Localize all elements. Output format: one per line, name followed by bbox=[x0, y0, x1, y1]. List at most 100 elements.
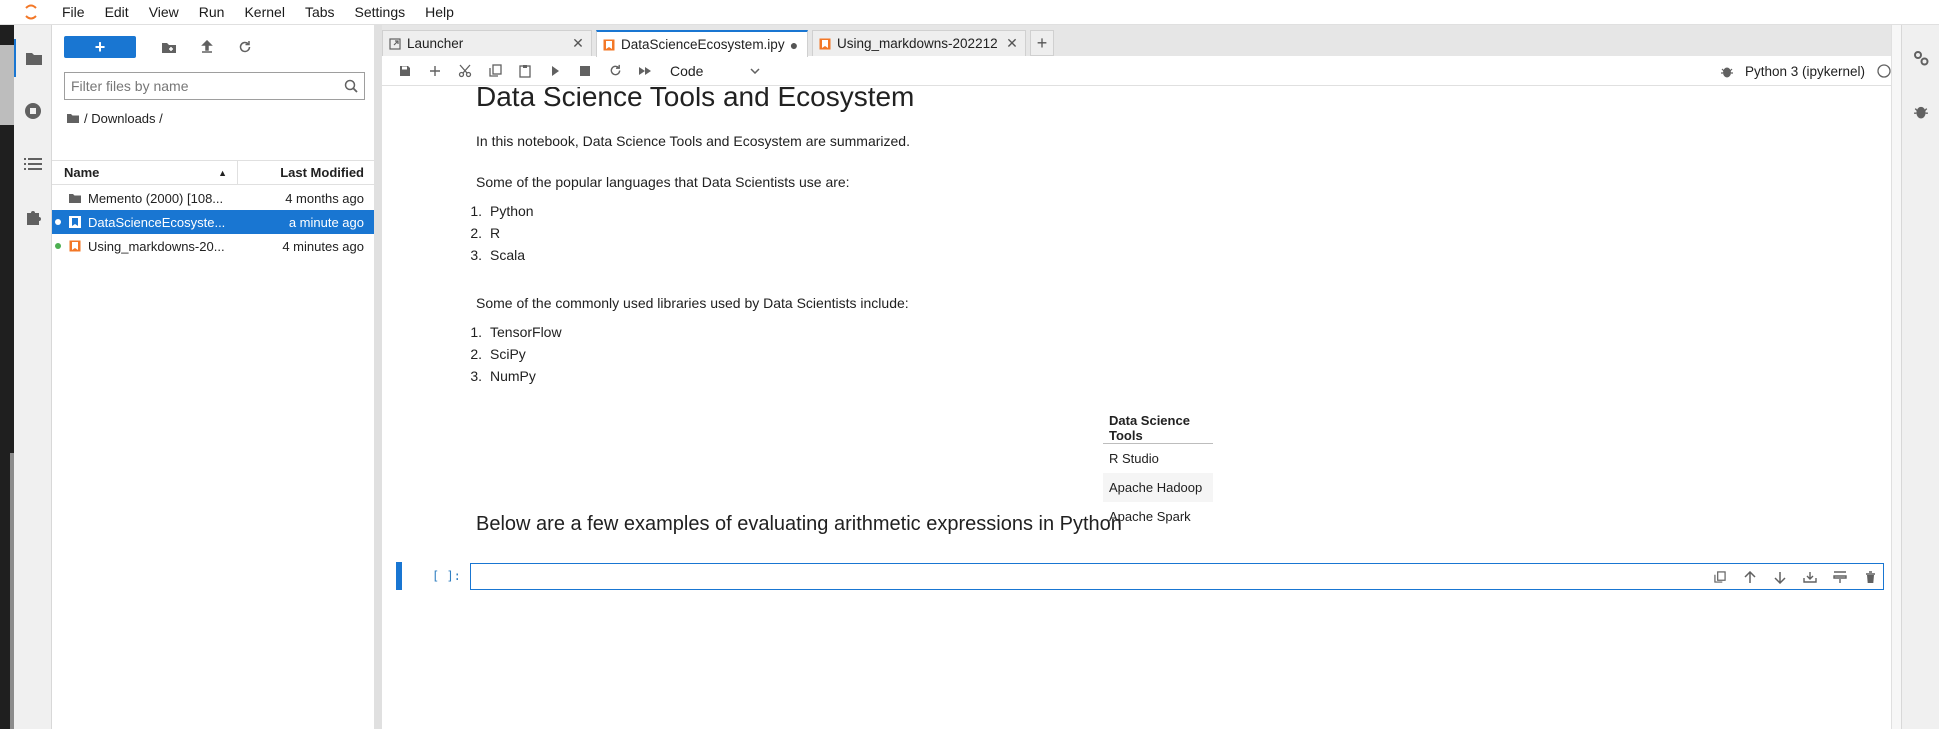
file-filter-input[interactable] bbox=[71, 78, 344, 94]
running-indicator bbox=[52, 219, 64, 225]
tab-label: Launcher bbox=[407, 36, 464, 51]
plus-icon bbox=[430, 65, 440, 76]
folder-icon[interactable] bbox=[66, 112, 80, 124]
list-icon bbox=[24, 158, 42, 170]
stop-icon bbox=[580, 65, 590, 76]
file-name: Using_markdowns-20... bbox=[88, 238, 225, 254]
window-edge bbox=[0, 25, 14, 729]
new-launcher-button[interactable]: + bbox=[64, 36, 136, 58]
tab-label: DataScienceEcosystem.ipy bbox=[621, 37, 785, 52]
file-row-datascience[interactable]: DataScienceEcosyste... a minute ago bbox=[52, 210, 374, 234]
tab-label: Using_markdowns-202212 bbox=[837, 36, 998, 51]
toc-tab[interactable] bbox=[14, 145, 52, 183]
trash-icon bbox=[1865, 570, 1875, 583]
panel-splitter[interactable] bbox=[374, 25, 382, 729]
arrow-up-icon bbox=[1744, 570, 1756, 583]
move-up-button[interactable] bbox=[1739, 566, 1761, 588]
insert-above-button[interactable] bbox=[1799, 566, 1821, 588]
file-browser-tab[interactable] bbox=[14, 39, 52, 77]
interrupt-button[interactable] bbox=[570, 59, 600, 83]
list-item: 1. TensorFlow bbox=[470, 324, 562, 340]
notebook-icon bbox=[819, 38, 831, 49]
copy-button[interactable] bbox=[480, 59, 510, 83]
modified-column-header[interactable]: Last Modified bbox=[238, 165, 374, 180]
restart-button[interactable] bbox=[600, 59, 630, 83]
cut-button[interactable] bbox=[450, 59, 480, 83]
run-button[interactable] bbox=[540, 59, 570, 83]
insert-below-icon bbox=[1833, 571, 1847, 583]
close-icon[interactable]: ✕ bbox=[1005, 35, 1019, 52]
kernel-area: Python 3 (ipykernel) bbox=[1720, 56, 1891, 86]
file-modified: 4 months ago bbox=[285, 190, 364, 206]
tab-launcher[interactable]: Launcher ✕ bbox=[382, 30, 592, 56]
name-column-header[interactable]: Name ▲ bbox=[52, 161, 238, 184]
menu-run[interactable]: Run bbox=[189, 0, 235, 25]
debugger-tab[interactable] bbox=[1902, 92, 1939, 130]
move-down-button[interactable] bbox=[1769, 566, 1791, 588]
refresh-icon bbox=[239, 41, 251, 53]
upload-icon bbox=[201, 40, 213, 53]
save-button[interactable] bbox=[390, 59, 420, 83]
running-tab[interactable] bbox=[14, 92, 52, 130]
property-inspector-tab[interactable] bbox=[1902, 39, 1939, 77]
puzzle-icon bbox=[27, 211, 41, 225]
main-area: Launcher ✕ DataScienceEcosystem.ipy ● Us… bbox=[382, 25, 1901, 729]
copy-icon bbox=[488, 64, 502, 77]
file-modified: a minute ago bbox=[288, 214, 364, 230]
table-cell: Apache Hadoop bbox=[1103, 472, 1213, 502]
menu-file[interactable]: File bbox=[52, 0, 95, 25]
tab-using-markdowns[interactable]: Using_markdowns-202212 ✕ bbox=[812, 30, 1026, 56]
insert-cell-button[interactable] bbox=[420, 59, 450, 83]
upload-button[interactable] bbox=[188, 36, 226, 58]
libraries-intro: Some of the commonly used libraries used… bbox=[476, 295, 909, 311]
file-row-using-markdowns[interactable]: Using_markdowns-20... 4 minutes ago bbox=[52, 234, 374, 258]
file-list-header: Name ▲ Last Modified bbox=[52, 160, 374, 185]
notebook-scrollbar[interactable] bbox=[1891, 25, 1901, 729]
delete-cell-button[interactable] bbox=[1859, 566, 1881, 588]
edge-highlight bbox=[0, 45, 14, 125]
add-tab-button[interactable]: + bbox=[1030, 30, 1054, 56]
menu-view[interactable]: View bbox=[139, 0, 189, 25]
new-folder-icon bbox=[162, 42, 176, 53]
cell-type-select[interactable]: Code bbox=[670, 63, 760, 79]
code-cell-input[interactable] bbox=[470, 563, 1884, 590]
file-name: Memento (2000) [108... bbox=[88, 190, 224, 206]
file-modified: 4 minutes ago bbox=[282, 238, 364, 254]
menu-kernel[interactable]: Kernel bbox=[234, 0, 294, 25]
tab-datascience-notebook[interactable]: DataScienceEcosystem.ipy ● bbox=[596, 30, 808, 57]
file-browser-panel: + / Downloads / Name ▲ Last Modified Me bbox=[52, 25, 374, 729]
refresh-button[interactable] bbox=[226, 36, 264, 58]
search-icon bbox=[344, 79, 358, 93]
bug-icon bbox=[1914, 106, 1928, 118]
jupyter-logo-icon bbox=[0, 0, 52, 25]
new-folder-button[interactable] bbox=[150, 36, 188, 58]
save-icon bbox=[400, 65, 410, 76]
clipboard-icon bbox=[519, 64, 531, 78]
intro-text: In this notebook, Data Science Tools and… bbox=[476, 133, 910, 149]
file-list: Memento (2000) [108... 4 months ago Data… bbox=[52, 186, 374, 258]
close-icon[interactable]: ✕ bbox=[571, 35, 585, 52]
menu-edit[interactable]: Edit bbox=[95, 0, 139, 25]
stop-circle-icon bbox=[25, 103, 41, 119]
breadcrumb-path[interactable]: / Downloads / bbox=[84, 111, 163, 126]
menu-help[interactable]: Help bbox=[415, 0, 464, 25]
list-item: 1. Python bbox=[470, 203, 534, 219]
file-row-memento[interactable]: Memento (2000) [108... 4 months ago bbox=[52, 186, 374, 210]
menu-tabs[interactable]: Tabs bbox=[295, 0, 345, 25]
menu-settings[interactable]: Settings bbox=[345, 0, 416, 25]
unsaved-dot-icon[interactable]: ● bbox=[787, 37, 801, 53]
insert-below-button[interactable] bbox=[1829, 566, 1851, 588]
run-all-button[interactable] bbox=[630, 59, 660, 83]
bug-icon[interactable] bbox=[1720, 65, 1733, 78]
table-header: Data Science Tools bbox=[1103, 413, 1213, 444]
list-item: 3. NumPy bbox=[470, 368, 536, 384]
file-filter-box bbox=[64, 72, 365, 100]
duplicate-cell-button[interactable] bbox=[1709, 566, 1731, 588]
paste-button[interactable] bbox=[510, 59, 540, 83]
kernel-name[interactable]: Python 3 (ipykernel) bbox=[1745, 64, 1865, 79]
languages-list: 1. Python 2. R 3. Scala bbox=[462, 200, 534, 266]
active-cell-indicator bbox=[396, 562, 402, 590]
file-browser-toolbar: + bbox=[52, 25, 374, 69]
copy-icon bbox=[1714, 571, 1726, 583]
extensions-tab[interactable] bbox=[14, 198, 52, 236]
